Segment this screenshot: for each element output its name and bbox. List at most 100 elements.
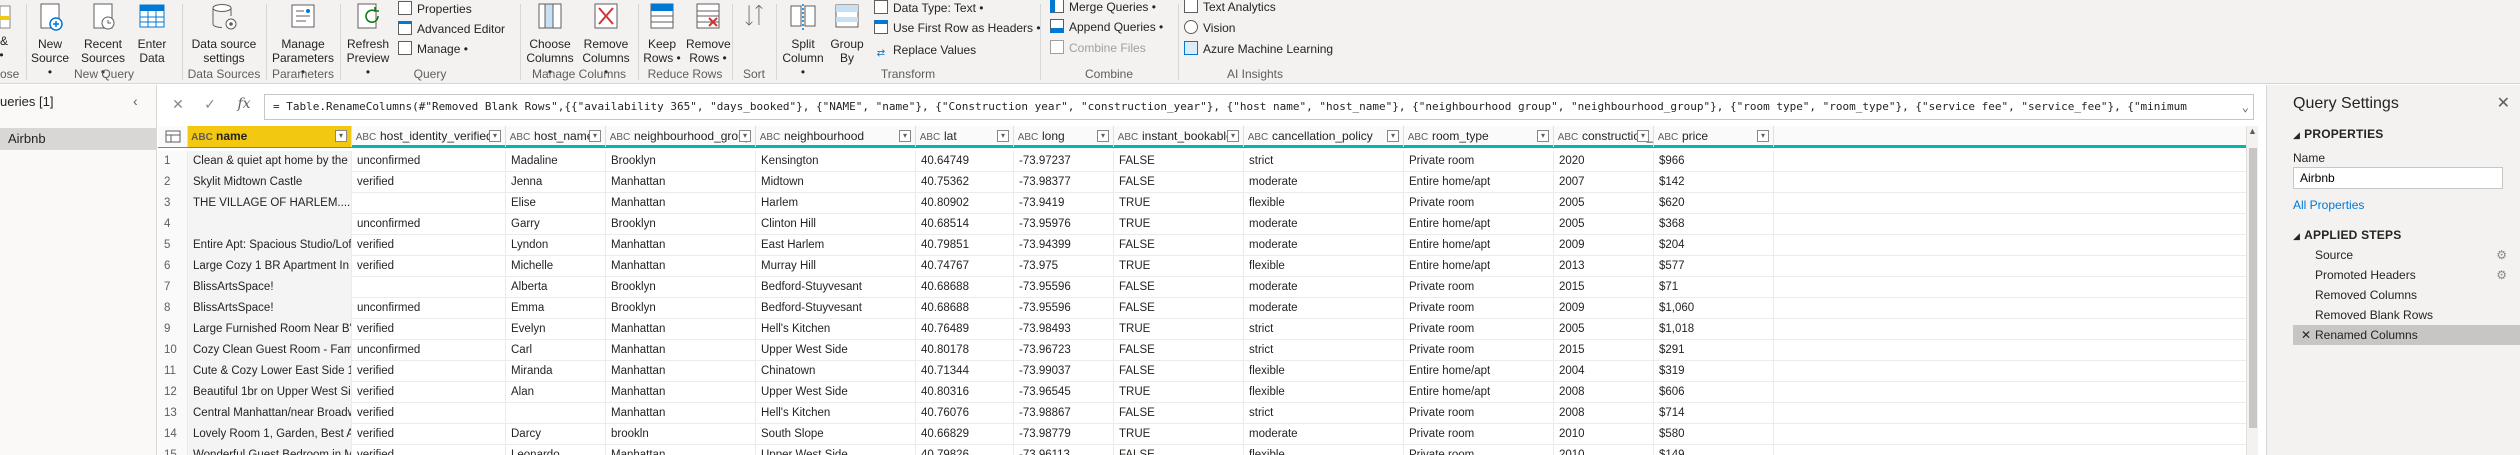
close-icon[interactable]: ✕ [2497, 93, 2510, 113]
table-row[interactable]: 9Large Furnished Room Near B'wayverified… [158, 319, 2258, 340]
table-row[interactable]: 5Entire Apt: Spacious Studio/Loft by cen… [158, 235, 2258, 256]
gear-icon[interactable]: ⚙ [2496, 245, 2507, 265]
table-cell[interactable]: $204 [1654, 235, 1774, 256]
table-cell[interactable]: Leonardo [506, 445, 606, 455]
table-cell[interactable]: Manhattan [606, 193, 756, 214]
remove-rows-button[interactable]: Remove Rows • [686, 0, 731, 65]
table-cell[interactable] [352, 193, 506, 214]
table-cell[interactable]: Private room [1404, 277, 1554, 298]
table-cell[interactable]: -73.97237 [1014, 151, 1114, 172]
filter-dropdown-icon[interactable]: ▾ [1097, 130, 1109, 142]
table-cell[interactable]: FALSE [1114, 298, 1244, 319]
table-cell[interactable]: -73.95976 [1014, 214, 1114, 235]
applied-step-removed-columns[interactable]: Removed Columns [2293, 285, 2520, 305]
table-cell[interactable]: 40.68688 [916, 298, 1014, 319]
table-cell[interactable]: Private room [1404, 193, 1554, 214]
table-cell[interactable]: unconfirmed [352, 151, 506, 172]
table-cell[interactable]: strict [1244, 340, 1404, 361]
table-cell[interactable] [188, 214, 352, 235]
enter-data-button[interactable]: Enter Data [134, 0, 170, 65]
table-cell[interactable]: flexible [1244, 445, 1404, 455]
type-text-icon[interactable]: ABC [1404, 127, 1432, 147]
table-cell[interactable]: 40.71344 [916, 361, 1014, 382]
table-cell[interactable]: verified [352, 382, 506, 403]
filter-dropdown-icon[interactable]: ▾ [1637, 130, 1649, 142]
table-cell[interactable]: 40.80178 [916, 340, 1014, 361]
table-cell[interactable]: 40.66829 [916, 424, 1014, 445]
table-cell[interactable]: Brooklyn [606, 151, 756, 172]
filter-dropdown-icon[interactable]: ▾ [997, 130, 1009, 142]
table-cell[interactable]: -73.96113 [1014, 445, 1114, 455]
table-cell[interactable]: Cozy Clean Guest Room - Family Apt [188, 340, 352, 361]
table-cell[interactable]: Cute & Cozy Lower East Side 1 bdrm [188, 361, 352, 382]
table-cell[interactable]: Manhattan [606, 361, 756, 382]
table-row[interactable]: 11Cute & Cozy Lower East Side 1 bdrmveri… [158, 361, 2258, 382]
table-cell[interactable]: TRUE [1114, 193, 1244, 214]
table-cell[interactable]: brookln [606, 424, 756, 445]
table-cell[interactable]: Private room [1404, 340, 1554, 361]
filter-dropdown-icon[interactable]: ▾ [1757, 130, 1769, 142]
column-header-room-type[interactable]: ABC room_type ▾ [1404, 126, 1554, 147]
azure-ml-button[interactable]: Azure Machine Learning [1184, 40, 1333, 58]
all-properties-link[interactable]: All Properties [2293, 198, 2364, 212]
table-cell[interactable]: FALSE [1114, 445, 1244, 455]
table-cell[interactable]: Private room [1404, 424, 1554, 445]
type-text-icon[interactable]: ABC [1244, 127, 1272, 147]
table-cell[interactable]: 40.80902 [916, 193, 1014, 214]
table-cell[interactable]: verified [352, 172, 506, 193]
table-row[interactable]: 1Clean & quiet apt home by the parkuncon… [158, 151, 2258, 172]
scroll-up-icon[interactable]: ▲ [2248, 126, 2257, 136]
table-cell[interactable]: 2010 [1554, 424, 1654, 445]
table-cell[interactable]: Jenna [506, 172, 606, 193]
table-cell[interactable]: Lyndon [506, 235, 606, 256]
formula-input[interactable]: = Table.RenameColumns(#"Removed Blank Ro… [264, 94, 2254, 120]
table-cell[interactable]: $1,060 [1654, 298, 1774, 319]
table-cell[interactable]: verified [352, 256, 506, 277]
table-cell[interactable]: -73.98779 [1014, 424, 1114, 445]
table-cell[interactable]: Clinton Hill [756, 214, 916, 235]
table-cell[interactable]: -73.96723 [1014, 340, 1114, 361]
table-cell[interactable]: verified [352, 319, 506, 340]
table-cell[interactable]: 40.76489 [916, 319, 1014, 340]
table-cell[interactable]: Entire home/apt [1404, 235, 1554, 256]
table-cell[interactable]: moderate [1244, 424, 1404, 445]
table-row[interactable]: 2 Skylit Midtown Castle verified Jenna Manha… [158, 172, 2258, 193]
table-cell[interactable]: $149 [1654, 445, 1774, 455]
table-cell[interactable]: Private room [1404, 445, 1554, 455]
table-cell[interactable]: Entire home/apt [1404, 382, 1554, 403]
column-header-lat[interactable]: ABC lat ▾ [916, 126, 1014, 147]
commit-formula-icon[interactable]: ✓ [200, 96, 220, 113]
table-cell[interactable]: BlissArtsSpace! [188, 277, 352, 298]
table-cell[interactable]: 40.74767 [916, 256, 1014, 277]
table-cell[interactable]: -73.98867 [1014, 403, 1114, 424]
applied-step-source[interactable]: Source ⚙ [2293, 245, 2520, 265]
table-cell[interactable]: Michelle [506, 256, 606, 277]
table-cell[interactable]: moderate [1244, 235, 1404, 256]
table-cell[interactable]: Skylit Midtown Castle [188, 172, 352, 193]
table-cell[interactable]: 40.68514 [916, 214, 1014, 235]
combine-files-button[interactable]: Combine Files [1050, 39, 1146, 57]
table-cell[interactable]: strict [1244, 151, 1404, 172]
table-row[interactable]: 12 Beautiful 1br on Upper West Side verifi… [158, 382, 2258, 403]
table-cell[interactable]: FALSE [1114, 340, 1244, 361]
column-header-long[interactable]: ABC long ▾ [1014, 126, 1114, 147]
table-cell[interactable]: Private room [1404, 151, 1554, 172]
filter-dropdown-icon[interactable]: ▾ [489, 130, 501, 142]
table-cell[interactable]: BlissArtsSpace! [188, 298, 352, 319]
table-cell[interactable]: Harlem [756, 193, 916, 214]
filter-dropdown-icon[interactable]: ▾ [589, 130, 601, 142]
table-cell[interactable]: Entire home/apt [1404, 361, 1554, 382]
table-cell[interactable]: Alberta [506, 277, 606, 298]
text-analytics-button[interactable]: Text Analytics [1184, 0, 1276, 16]
table-cell[interactable]: Chinatown [756, 361, 916, 382]
column-header-cancellation-policy[interactable]: ABC cancellation_policy ▾ [1244, 126, 1404, 147]
filter-dropdown-icon[interactable]: ▾ [1387, 130, 1399, 142]
table-cell[interactable]: Miranda [506, 361, 606, 382]
table-cell[interactable]: 2013 [1554, 256, 1654, 277]
query-item-airbnb[interactable]: Airbnb [0, 128, 156, 150]
table-cell[interactable]: East Harlem [756, 235, 916, 256]
table-cell[interactable]: Bedford-Stuyvesant [756, 298, 916, 319]
table-cell[interactable]: verified [352, 403, 506, 424]
table-cell[interactable]: flexible [1244, 193, 1404, 214]
table-cell[interactable]: 2015 [1554, 277, 1654, 298]
